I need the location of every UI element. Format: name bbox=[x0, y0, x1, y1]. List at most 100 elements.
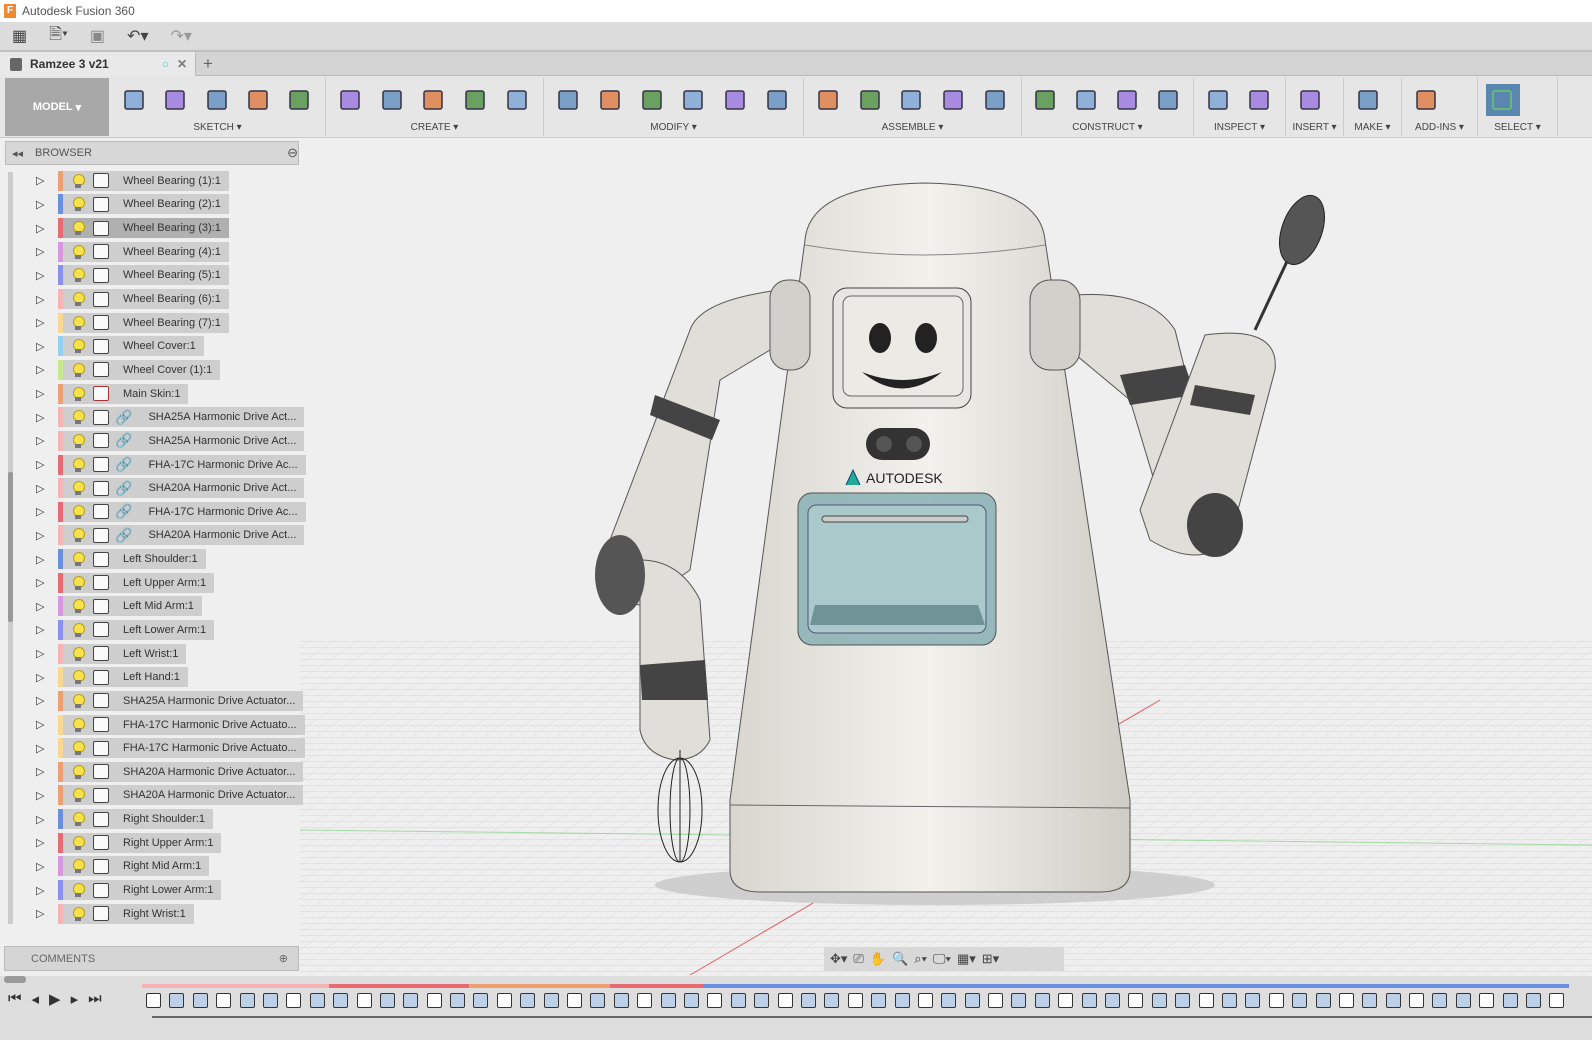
midplane-icon[interactable] bbox=[1112, 84, 1145, 116]
browser-item[interactable]: ▷ 🔗 SHA25A Harmonic Drive Act... bbox=[36, 405, 306, 429]
expand-arrow-icon[interactable]: ▷ bbox=[36, 222, 48, 235]
timeline-feature-icon[interactable] bbox=[1030, 984, 1055, 1014]
expand-arrow-icon[interactable]: ▷ bbox=[36, 316, 48, 329]
timeline-feature-icon[interactable] bbox=[235, 984, 259, 1014]
ribbon-group-label[interactable]: SKETCH ▾ bbox=[110, 122, 325, 133]
browser-item[interactable]: ▷ SHA25A Harmonic Drive Actuator... bbox=[36, 689, 306, 713]
press-pull-icon[interactable] bbox=[552, 84, 586, 116]
timeline-track[interactable] bbox=[152, 1016, 1592, 1018]
combine-icon[interactable] bbox=[636, 84, 670, 116]
timeline-feature-icon[interactable] bbox=[1101, 984, 1125, 1014]
browser-item[interactable]: ▷ 🔗 FHA-17C Harmonic Drive Ac... bbox=[36, 500, 306, 524]
timeline-feature-icon[interactable] bbox=[142, 984, 166, 1014]
expand-arrow-icon[interactable]: ▷ bbox=[36, 434, 48, 447]
browser-item[interactable]: ▷ Left Mid Arm:1 bbox=[36, 595, 306, 619]
minimize-icon[interactable]: ⊖ bbox=[287, 145, 298, 161]
timeline-feature-icon[interactable] bbox=[1311, 984, 1335, 1014]
visibility-bulb-icon[interactable] bbox=[71, 527, 85, 543]
spline-icon[interactable] bbox=[242, 84, 275, 116]
ribbon-group-label[interactable]: INSERT ▾ bbox=[1286, 122, 1343, 133]
browser-item[interactable]: ▷ 🔗 SHA25A Harmonic Drive Act... bbox=[36, 429, 306, 453]
browser-item[interactable]: ▷ Right Upper Arm:1 bbox=[36, 831, 306, 855]
timeline-feature-icon[interactable] bbox=[773, 984, 797, 1014]
timeline-feature-icon[interactable] bbox=[258, 984, 283, 1014]
ribbon-group-label[interactable]: INSPECT ▾ bbox=[1194, 122, 1285, 133]
undo-icon[interactable]: ↶▾ bbox=[127, 26, 148, 46]
play-icon[interactable]: ▶ bbox=[49, 990, 61, 1008]
save-icon[interactable]: ▣ bbox=[90, 26, 105, 46]
expand-arrow-icon[interactable]: ▷ bbox=[36, 387, 48, 400]
visibility-bulb-icon[interactable] bbox=[71, 409, 85, 425]
visibility-bulb-icon[interactable] bbox=[71, 787, 85, 803]
data-panel-grid-icon[interactable]: ▦ bbox=[12, 26, 27, 46]
axis-icon[interactable] bbox=[1152, 84, 1185, 116]
visibility-bulb-icon[interactable] bbox=[71, 906, 85, 922]
browser-item[interactable]: ▷ Right Lower Arm:1 bbox=[36, 878, 306, 902]
browser-scrollbar[interactable] bbox=[8, 172, 13, 924]
browser-item[interactable]: ▷ Wheel Bearing (4):1 bbox=[36, 240, 306, 264]
expand-arrow-icon[interactable]: ▷ bbox=[36, 529, 48, 542]
visibility-bulb-icon[interactable] bbox=[71, 811, 85, 827]
browser-item[interactable]: ▷ 🔗 FHA-17C Harmonic Drive Ac... bbox=[36, 453, 306, 477]
browser-item[interactable]: ▷ Left Wrist:1 bbox=[36, 642, 306, 666]
timeline-feature-icon[interactable] bbox=[796, 984, 821, 1014]
expand-arrow-icon[interactable]: ▷ bbox=[36, 269, 48, 282]
visibility-bulb-icon[interactable] bbox=[71, 433, 85, 449]
expand-arrow-icon[interactable]: ▷ bbox=[36, 765, 48, 778]
expand-arrow-icon[interactable]: ▷ bbox=[36, 789, 48, 802]
visibility-bulb-icon[interactable] bbox=[71, 338, 85, 354]
timeline-feature-icon[interactable] bbox=[1475, 984, 1499, 1014]
visibility-bulb-icon[interactable] bbox=[71, 835, 85, 851]
timeline-feature-icon[interactable] bbox=[750, 984, 774, 1014]
browser-item[interactable]: ▷ Wheel Cover:1 bbox=[36, 334, 306, 358]
timeline-feature-icon[interactable] bbox=[1545, 984, 1569, 1014]
loft-icon[interactable] bbox=[501, 84, 535, 116]
visibility-bulb-icon[interactable] bbox=[71, 480, 85, 496]
expand-arrow-icon[interactable]: ▷ bbox=[36, 647, 48, 660]
new-tab-icon[interactable]: + bbox=[203, 54, 213, 74]
timeline-feature-icon[interactable] bbox=[703, 984, 727, 1014]
visibility-bulb-icon[interactable] bbox=[71, 575, 85, 591]
timeline-feature-icon[interactable] bbox=[656, 984, 680, 1014]
visibility-bulb-icon[interactable] bbox=[71, 267, 85, 283]
ribbon-group-label[interactable]: SELECT ▾ bbox=[1478, 122, 1557, 133]
visibility-bulb-icon[interactable] bbox=[71, 858, 85, 874]
visibility-bulb-icon[interactable] bbox=[71, 196, 85, 212]
expand-arrow-icon[interactable]: ▷ bbox=[36, 293, 48, 306]
browser-item[interactable]: ▷ Wheel Cover (1):1 bbox=[36, 358, 306, 382]
visibility-bulb-icon[interactable] bbox=[71, 622, 85, 638]
timeline-feature-icon[interactable] bbox=[305, 984, 330, 1014]
timeline-feature-icon[interactable] bbox=[913, 984, 938, 1014]
browser-item[interactable]: ▷ Wheel Bearing (6):1 bbox=[36, 287, 306, 311]
step-forward-icon[interactable]: ▸ bbox=[71, 990, 79, 1008]
expand-arrow-icon[interactable]: ▷ bbox=[36, 458, 48, 471]
expand-arrow-icon[interactable]: ▷ bbox=[36, 884, 48, 897]
3d-viewport[interactable]: AUTODESK bbox=[300, 138, 1592, 976]
section-analysis-icon[interactable] bbox=[1244, 84, 1278, 116]
timeline-feature-icon[interactable] bbox=[679, 984, 704, 1014]
timeline-feature-icon[interactable] bbox=[633, 984, 657, 1014]
timeline-feature-icon[interactable] bbox=[1334, 984, 1359, 1014]
timeline-feature-icon[interactable] bbox=[492, 984, 517, 1014]
rectangle-icon[interactable] bbox=[201, 84, 234, 116]
timeline-feature-icon[interactable] bbox=[282, 984, 306, 1014]
fit-icon[interactable]: ⌕▾ bbox=[914, 951, 927, 967]
expand-arrow-icon[interactable]: ▷ bbox=[36, 600, 48, 613]
expand-arrow-icon[interactable]: ▷ bbox=[36, 340, 48, 353]
zoom-icon[interactable]: 🔍 bbox=[892, 951, 908, 967]
redo-icon[interactable]: ↷▾ bbox=[170, 26, 191, 46]
visibility-bulb-icon[interactable] bbox=[71, 244, 85, 260]
timeline-feature-icon[interactable] bbox=[1428, 984, 1452, 1014]
measure-icon[interactable] bbox=[1202, 84, 1236, 116]
expand-arrow-icon[interactable]: ▷ bbox=[36, 576, 48, 589]
expand-arrow-icon[interactable]: ▷ bbox=[36, 505, 48, 518]
motion-link-icon[interactable] bbox=[979, 84, 1013, 116]
timeline-feature-icon[interactable] bbox=[563, 984, 587, 1014]
close-tab-icon[interactable]: ✕ bbox=[177, 57, 187, 71]
ribbon-group-label[interactable]: CREATE ▾ bbox=[326, 122, 543, 133]
3d-print-icon[interactable] bbox=[1352, 84, 1386, 116]
expand-arrow-icon[interactable]: ▷ bbox=[36, 245, 48, 258]
expand-arrow-icon[interactable]: ▷ bbox=[36, 813, 48, 826]
browser-item[interactable]: ▷ Right Wrist:1 bbox=[36, 902, 306, 926]
visibility-bulb-icon[interactable] bbox=[71, 764, 85, 780]
